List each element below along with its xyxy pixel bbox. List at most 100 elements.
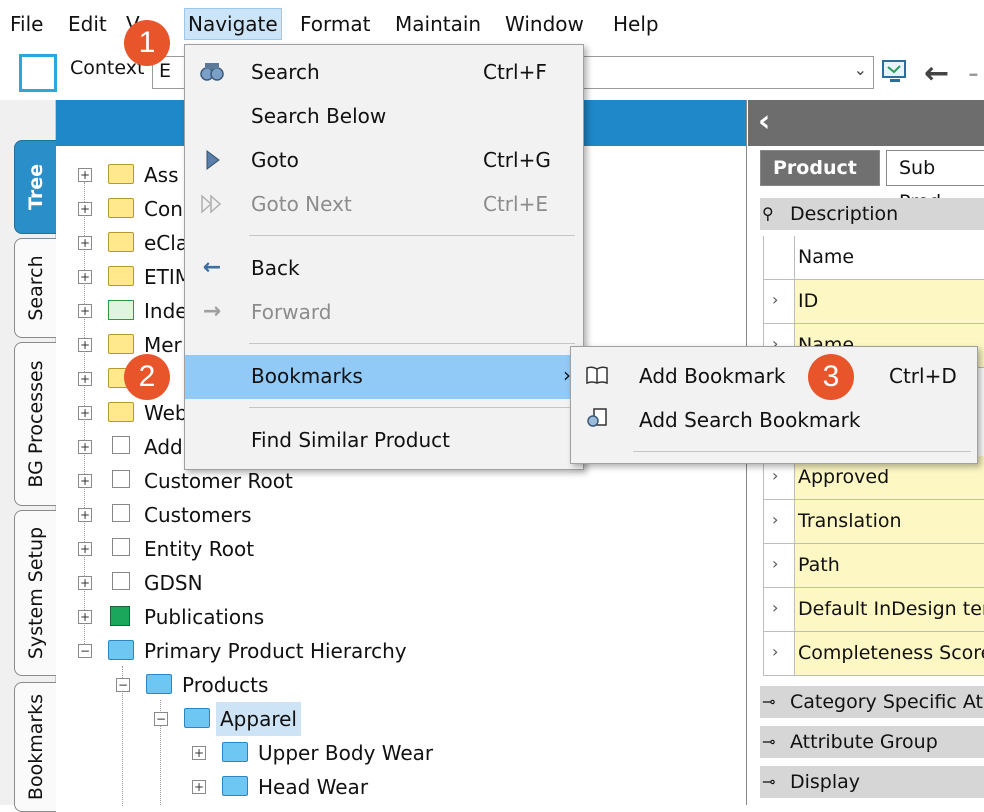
side-tab-bar: Tree Search BG Processes System Setup Bo… (0, 100, 56, 812)
tab-sub-products[interactable]: Sub Prod (886, 150, 984, 213)
chevron-right-icon[interactable]: › (772, 642, 778, 661)
table-row[interactable]: › ID (763, 280, 984, 324)
step-badge-2: 2 (124, 354, 170, 400)
tree-node-label: Inde (144, 299, 188, 323)
expand-icon[interactable]: + (78, 338, 92, 352)
menu-window[interactable]: Window (503, 8, 586, 40)
menu-maintain[interactable]: Maintain (393, 8, 483, 40)
tab-system-setup-label: System Setup (24, 526, 47, 660)
folder-icon (146, 674, 172, 694)
tab-bg-processes[interactable]: BG Processes (14, 342, 56, 506)
cube-icon (112, 504, 130, 522)
arrow-right-icon: → (202, 299, 222, 324)
chevron-right-icon[interactable]: › (772, 466, 778, 485)
cube-icon (112, 470, 130, 488)
chevron-right-icon[interactable]: › (772, 554, 778, 573)
chevron-right-icon[interactable]: › (772, 510, 778, 529)
bookmarks-submenu: Add Bookmark Ctrl+D Add Search Bookmark (570, 346, 978, 464)
back-arrow-icon[interactable]: ← (924, 56, 949, 91)
expand-icon[interactable]: + (192, 746, 206, 760)
tree-node-label: Con (144, 197, 183, 221)
menu-format[interactable]: Format (298, 8, 372, 40)
tab-bookmarks-label: Bookmarks (24, 693, 47, 801)
table-row[interactable]: › Default InDesign ter (763, 588, 984, 632)
expand-icon[interactable]: + (78, 168, 92, 182)
folder-icon (222, 776, 248, 796)
tree-node-label: Products (182, 673, 269, 697)
expand-icon[interactable]: + (78, 542, 92, 556)
menu-item-goto-next[interactable]: Goto Next Ctrl+E (185, 183, 583, 227)
collapse-panel-icon[interactable]: ‹ (758, 104, 770, 139)
menu-item-search-below[interactable]: Search Below (185, 95, 583, 139)
expand-icon[interactable]: + (192, 780, 206, 794)
table-row[interactable]: › Translation (763, 500, 984, 544)
section-label: Display (790, 771, 861, 793)
tab-product[interactable]: Product (760, 150, 880, 186)
table-row[interactable]: › Path (763, 544, 984, 588)
collapse-icon[interactable]: − (78, 644, 92, 658)
menu-item-search[interactable]: Search Ctrl+F (185, 51, 583, 95)
expand-icon[interactable]: + (78, 576, 92, 590)
menu-edit[interactable]: Edit (66, 8, 109, 40)
expand-icon[interactable]: + (78, 406, 92, 420)
collapse-icon[interactable]: − (116, 678, 130, 692)
menu-item-forward[interactable]: → Forward (185, 291, 583, 335)
menu-file[interactable]: File (8, 8, 45, 40)
tab-tree-label: Tree (24, 163, 47, 211)
menu-item-shortcut: Ctrl+G (483, 148, 551, 172)
chevron-right-icon[interactable]: › (772, 290, 778, 309)
expand-icon[interactable]: + (78, 372, 92, 386)
expand-icon[interactable]: + (78, 440, 92, 454)
collapse-icon[interactable]: − (154, 712, 168, 726)
tab-search-label: Search (24, 255, 47, 321)
section-category-specific[interactable]: ⊸ Category Specific At (760, 686, 984, 718)
tab-bookmarks[interactable]: Bookmarks (14, 682, 56, 812)
tree-node-label: GDSN (144, 571, 203, 595)
tab-tree[interactable]: Tree (14, 140, 56, 234)
cube-icon (112, 538, 130, 556)
step-badge-3: 3 (808, 354, 854, 400)
menu-item-shortcut: Ctrl+F (483, 60, 547, 84)
forward-arrow-icon[interactable]: - (968, 56, 979, 91)
chevron-right-icon[interactable]: › (772, 598, 778, 617)
expand-icon[interactable]: + (78, 610, 92, 624)
menu-item-label: Add Search Bookmark (639, 408, 861, 432)
pin-icon: ⚲ (762, 204, 774, 223)
menu-item-goto[interactable]: Goto Ctrl+G (185, 139, 583, 183)
menu-item-bookmarks[interactable]: Bookmarks › (185, 355, 583, 399)
expand-icon[interactable]: + (78, 236, 92, 250)
menu-item-back[interactable]: ← Back (185, 247, 583, 291)
section-description[interactable]: ⚲ Description (760, 198, 984, 230)
book-icon (585, 363, 609, 389)
section-display[interactable]: ⊸ Display (760, 766, 984, 798)
context-icon[interactable] (19, 54, 57, 92)
column-header: Name (794, 236, 984, 279)
expand-icon[interactable]: + (78, 474, 92, 488)
publications-icon (110, 606, 130, 626)
menu-item-label: Back (251, 256, 300, 280)
attribute-name: ID (794, 280, 984, 323)
menu-item-label: Find Similar Product (251, 428, 450, 452)
expand-icon[interactable]: + (78, 508, 92, 522)
tree-node-label: Head Wear (258, 775, 369, 799)
tab-search[interactable]: Search (14, 238, 56, 338)
expand-icon[interactable]: + (78, 304, 92, 318)
tree-node-label: Add (144, 435, 183, 459)
expand-icon[interactable]: + (78, 202, 92, 216)
context-value: E (159, 60, 172, 82)
tree-node-label: eCla (144, 231, 189, 255)
section-label: Category Specific At (790, 691, 983, 713)
menu-help[interactable]: Help (611, 8, 661, 40)
section-label: Attribute Group (790, 731, 938, 753)
search-bookmark-icon (585, 407, 609, 433)
table-row[interactable]: › Completeness Score (763, 632, 984, 676)
monitor-icon[interactable] (880, 58, 910, 88)
tab-system-setup[interactable]: System Setup (14, 510, 56, 676)
menu-item-find-similar-product[interactable]: Find Similar Product (185, 419, 583, 463)
menu-item-add-search-bookmark[interactable]: Add Search Bookmark (571, 399, 977, 443)
menu-item-add-bookmark[interactable]: Add Bookmark Ctrl+D (571, 355, 977, 399)
section-attribute-group[interactable]: ⊸ Attribute Group (760, 726, 984, 758)
menu-navigate[interactable]: Navigate (184, 8, 282, 40)
expand-icon[interactable]: + (78, 270, 92, 284)
attribute-name: Default InDesign ter (794, 588, 984, 631)
